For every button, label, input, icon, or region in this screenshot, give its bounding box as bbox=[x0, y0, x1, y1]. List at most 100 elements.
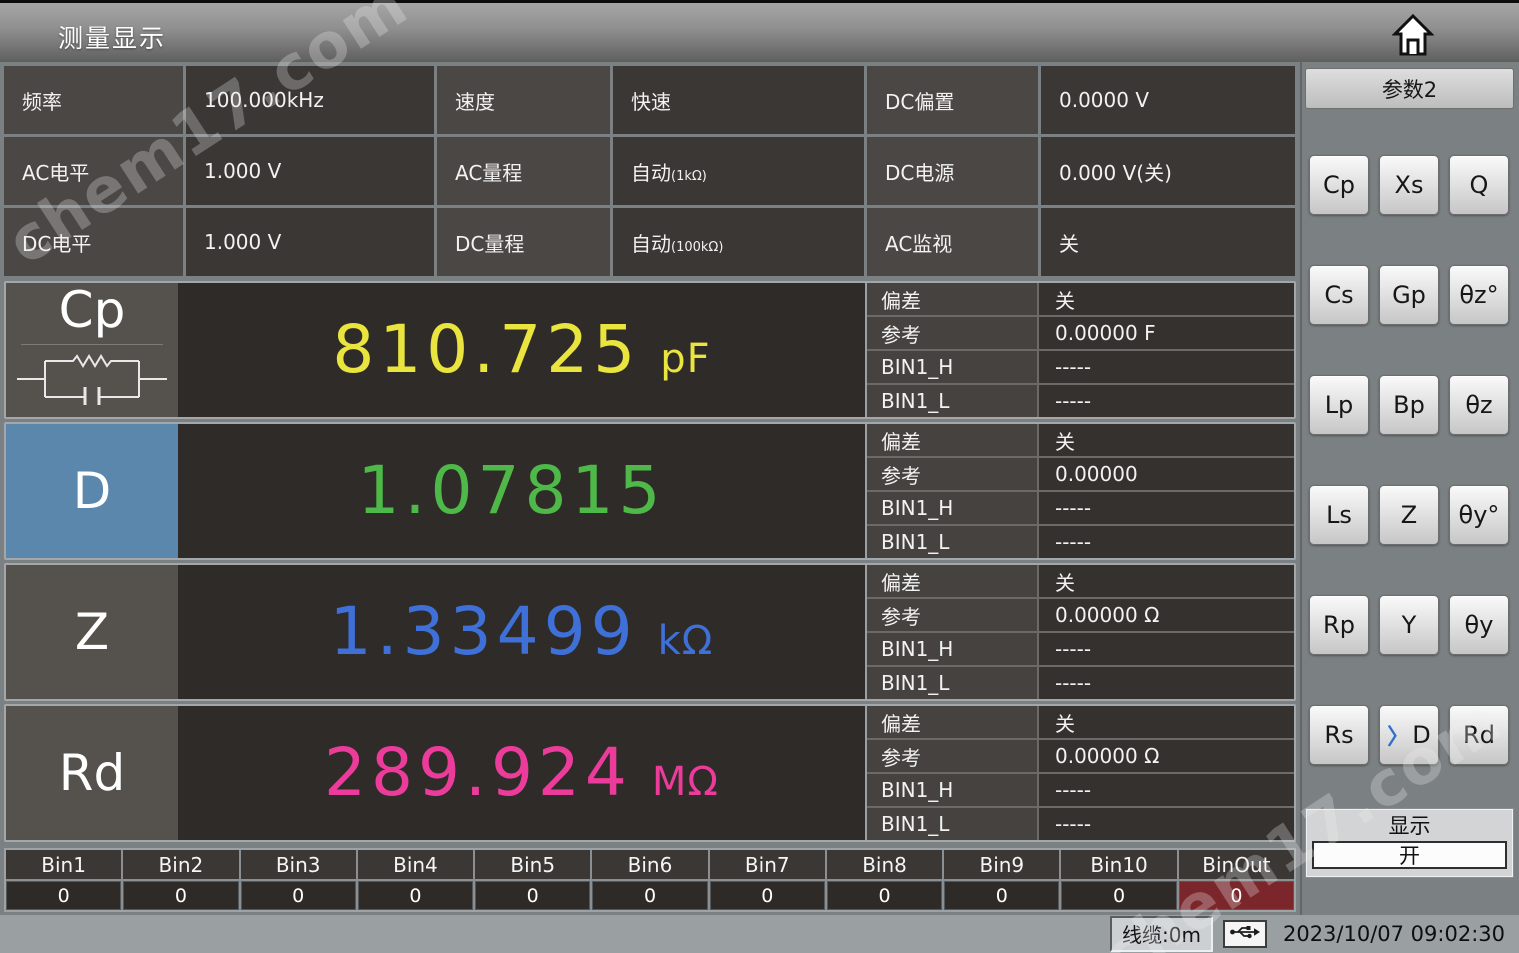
deviation-label: 偏差 bbox=[867, 565, 1037, 597]
bin-header: Bin7 bbox=[710, 850, 825, 879]
param-button-lp[interactable]: Lp bbox=[1309, 375, 1369, 435]
divider bbox=[21, 344, 162, 345]
measurement-rows: Cp 810.725 pF bbox=[4, 281, 1296, 842]
param-button-label: Rp bbox=[1323, 611, 1355, 639]
param-button-thetaz-deg[interactable]: θz° bbox=[1449, 265, 1509, 325]
bin-count-out: 0 bbox=[1179, 881, 1294, 910]
deviation-value: 关 bbox=[1039, 565, 1294, 597]
freq-label: 频率 bbox=[4, 66, 183, 134]
deviation-label: 偏差 bbox=[867, 424, 1037, 456]
bin-count: 0 bbox=[827, 881, 942, 910]
bin-header: Bin2 bbox=[123, 850, 238, 879]
param-grid: 频率 100.000kHz 速度 快速 DC偏置 0.0000 V AC电平 1… bbox=[4, 66, 1296, 276]
param-button-y[interactable]: Y bbox=[1379, 595, 1439, 655]
reference-value: 0.00000 bbox=[1039, 458, 1294, 490]
ac-range-value[interactable]: 自动(1kΩ) bbox=[613, 137, 864, 205]
param-button-label: Ls bbox=[1326, 501, 1352, 529]
status-bar: 线缆:0m 2023/10/07 09:02:30 bbox=[0, 915, 1519, 953]
bin1h-value: ----- bbox=[1039, 774, 1294, 806]
bin-header: BinOut bbox=[1179, 850, 1294, 879]
bin-header: Bin3 bbox=[241, 850, 356, 879]
bin-header: Bin1 bbox=[6, 850, 121, 879]
bin1l-label: BIN1_L bbox=[867, 526, 1037, 558]
measurement-value-cp: 810.725 pF bbox=[178, 283, 865, 417]
dc-bias-value[interactable]: 0.0000 V bbox=[1041, 66, 1295, 134]
param-button-rs[interactable]: Rs bbox=[1309, 705, 1369, 765]
sidebar: 参数2 Cp Xs Q Cs Gp θz° Lp Bp θz Ls Z θy° … bbox=[1300, 62, 1519, 915]
freq-value[interactable]: 100.000kHz bbox=[186, 66, 434, 134]
deviation-label: 偏差 bbox=[867, 706, 1037, 738]
reference-value: 0.00000 F bbox=[1039, 317, 1294, 349]
ac-monitor-label: AC监视 bbox=[867, 208, 1038, 276]
bin1l-label: BIN1_L bbox=[867, 808, 1037, 840]
ac-monitor-value[interactable]: 关 bbox=[1041, 208, 1295, 276]
usb-icon bbox=[1229, 924, 1261, 944]
param-button-bp[interactable]: Bp bbox=[1379, 375, 1439, 435]
param-button-cs[interactable]: Cs bbox=[1309, 265, 1369, 325]
bin1l-label: BIN1_L bbox=[867, 385, 1037, 417]
param-name: D bbox=[73, 464, 112, 519]
param-button-z[interactable]: Z bbox=[1379, 485, 1439, 545]
param-button-rp[interactable]: Rp bbox=[1309, 595, 1369, 655]
bin1h-value: ----- bbox=[1039, 633, 1294, 665]
detail-table-d: 偏差 关 参考 0.00000 BIN1_H ----- BIN1_L ----… bbox=[865, 424, 1294, 558]
bin1h-label: BIN1_H bbox=[867, 492, 1037, 524]
measurement-row-z: Z 1.33499 kΩ 偏差 关 参考 0.00000 Ω BIN1_H --… bbox=[4, 563, 1296, 701]
bin-table: Bin1 Bin2 Bin3 Bin4 Bin5 Bin6 Bin7 Bin8 … bbox=[4, 848, 1296, 912]
param-button-gp[interactable]: Gp bbox=[1379, 265, 1439, 325]
param-button-label: θy bbox=[1465, 611, 1494, 639]
reference-label: 参考 bbox=[867, 317, 1037, 349]
unit: kΩ bbox=[658, 618, 714, 664]
measurement-value-z: 1.33499 kΩ bbox=[178, 565, 865, 699]
dc-source-value[interactable]: 0.000 V(关) bbox=[1041, 137, 1295, 205]
bin-count: 0 bbox=[6, 881, 121, 910]
param-button-rd[interactable]: Rd bbox=[1449, 705, 1509, 765]
param2-header-button[interactable]: 参数2 bbox=[1305, 68, 1514, 109]
detail-table-rd: 偏差 关 参考 0.00000 Ω BIN1_H ----- BIN1_L --… bbox=[865, 706, 1294, 840]
bin-header: Bin10 bbox=[1061, 850, 1176, 879]
bin-header: Bin9 bbox=[944, 850, 1059, 879]
param-panel-d[interactable]: D bbox=[6, 424, 178, 558]
param-button-thetay-deg[interactable]: θy° bbox=[1449, 485, 1509, 545]
bin-count: 0 bbox=[710, 881, 825, 910]
param-button-label: Lp bbox=[1325, 391, 1354, 419]
param-button-q[interactable]: Q bbox=[1449, 155, 1509, 215]
param-button-cp[interactable]: Cp bbox=[1309, 155, 1369, 215]
deviation-label: 偏差 bbox=[867, 283, 1037, 315]
param-panel-rd[interactable]: Rd bbox=[6, 706, 178, 840]
dc-range-value[interactable]: 自动(100kΩ) bbox=[613, 208, 864, 276]
dc-source-label: DC电源 bbox=[867, 137, 1038, 205]
param-button-ls[interactable]: Ls bbox=[1309, 485, 1369, 545]
reference-value: 0.00000 Ω bbox=[1039, 740, 1294, 772]
param-button-row: Rp Y θy bbox=[1309, 595, 1509, 655]
param-button-label: Q bbox=[1470, 171, 1489, 199]
param-button-row: Rs 〉 D Rd bbox=[1309, 705, 1509, 765]
bin1l-value: ----- bbox=[1039, 808, 1294, 840]
measurement-value-d: 1.07815 bbox=[178, 424, 865, 558]
ac-level-value[interactable]: 1.000 V bbox=[186, 137, 434, 205]
param-name: Cp bbox=[59, 283, 126, 338]
speed-value[interactable]: 快速 bbox=[613, 66, 864, 134]
deviation-value: 关 bbox=[1039, 283, 1294, 315]
measure-display-screen: 测量显示 频率 100.000kHz 速度 快速 DC偏置 0.0000 V A… bbox=[0, 0, 1519, 953]
display-on-button[interactable]: 开 bbox=[1312, 841, 1507, 869]
dc-level-value[interactable]: 1.000 V bbox=[186, 208, 434, 276]
param-button-row: Cs Gp θz° bbox=[1309, 265, 1509, 325]
deviation-value: 关 bbox=[1039, 424, 1294, 456]
param-button-label: Z bbox=[1401, 501, 1417, 529]
parallel-rc-circuit-icon bbox=[17, 353, 167, 417]
param-button-thetay[interactable]: θy bbox=[1449, 595, 1509, 655]
param-button-label: Rs bbox=[1324, 721, 1353, 749]
datetime: 2023/10/07 09:02:30 bbox=[1283, 922, 1505, 946]
param-button-xs[interactable]: Xs bbox=[1379, 155, 1439, 215]
param-panel-z[interactable]: Z bbox=[6, 565, 178, 699]
home-button[interactable] bbox=[1392, 13, 1434, 57]
detail-table-cp: 偏差 关 参考 0.00000 F BIN1_H ----- BIN1_L --… bbox=[865, 283, 1294, 417]
unit: MΩ bbox=[652, 759, 719, 805]
param-button-thetaz[interactable]: θz bbox=[1449, 375, 1509, 435]
param-button-d-selected[interactable]: 〉 D bbox=[1379, 705, 1439, 765]
cable-length-indicator[interactable]: 线缆:0m bbox=[1110, 916, 1213, 952]
dc-level-label: DC电平 bbox=[4, 208, 183, 276]
page-title: 测量显示 bbox=[58, 19, 166, 55]
param-panel-cp[interactable]: Cp bbox=[6, 283, 178, 417]
